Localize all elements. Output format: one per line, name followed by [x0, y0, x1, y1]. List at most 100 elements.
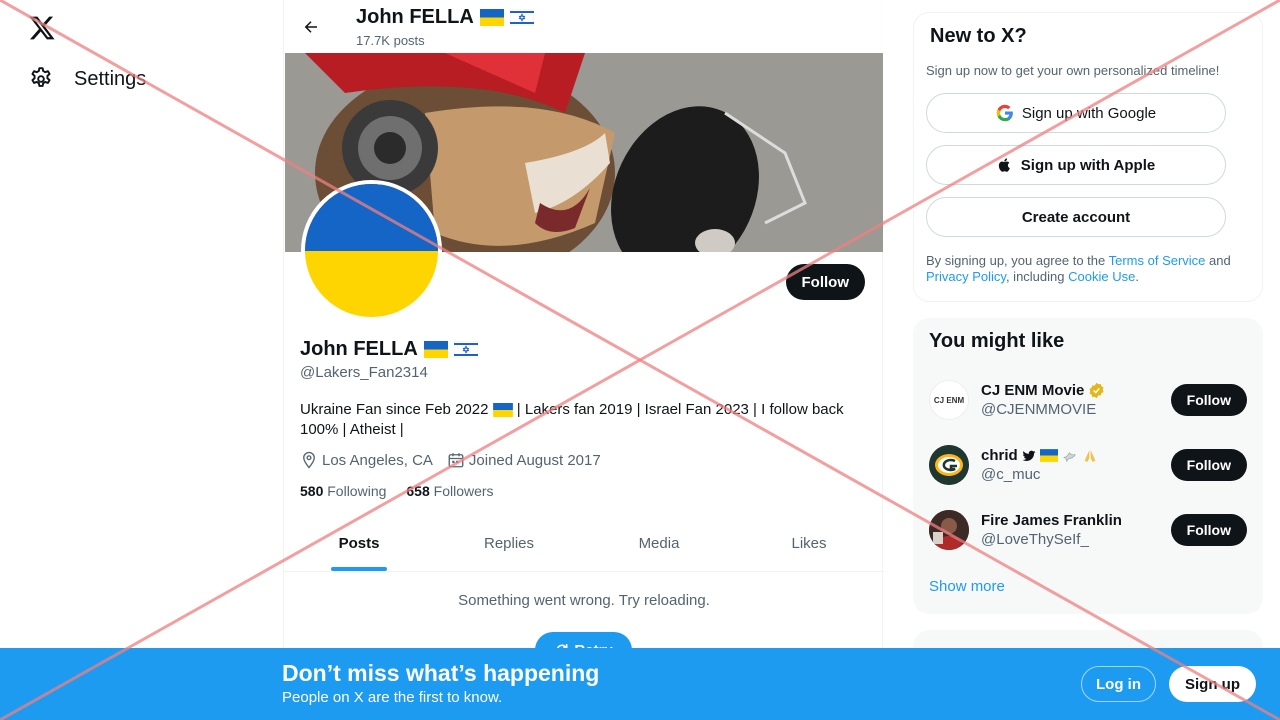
user-photo-icon: [929, 510, 969, 550]
profile-name-text: John FELLA: [300, 338, 418, 360]
suggestion-name-text: chrid: [981, 447, 1018, 464]
profile-meta: Los Angeles, CA Joined August 2017: [300, 451, 601, 469]
location-text: Los Angeles, CA: [322, 451, 433, 469]
login-button[interactable]: Log in: [1081, 666, 1156, 702]
header-name: John FELLA: [356, 6, 474, 28]
signup-apple-label: Sign up with Apple: [1020, 156, 1156, 174]
left-nav: Settings: [0, 0, 284, 720]
signup-apple-button[interactable]: Sign up with Apple: [926, 145, 1226, 185]
create-account-button[interactable]: Create account: [926, 197, 1226, 237]
suggestion-handle: @CJENMMOVIE: [981, 401, 1097, 418]
signup-banner-title: Don’t miss what’s happening: [282, 660, 600, 686]
suggestion-name-text: CJ ENM Movie: [981, 382, 1085, 399]
suggestion-name: chrid: [981, 447, 1171, 464]
header-post-count: 17.7K posts: [356, 33, 425, 48]
following-link[interactable]: 580 Following: [300, 483, 386, 499]
profile-tabs: Posts Replies Media Likes: [284, 516, 884, 572]
israel-flag-icon: [509, 9, 534, 26]
avatar: CJ ENM: [929, 380, 969, 420]
follow-stats: 580 Following 658 Followers: [300, 483, 494, 499]
suggestion-follow-button[interactable]: Follow: [1170, 384, 1247, 416]
following-count: 580: [300, 483, 324, 499]
ukraine-flag-icon: [479, 9, 504, 26]
tab-media[interactable]: Media: [584, 516, 734, 571]
suggestion-follow-button[interactable]: Follow: [1170, 449, 1247, 481]
ukraine-flag-icon: [492, 403, 513, 418]
apple-icon: [998, 158, 1010, 172]
suggestion-name: Fire James Franklin: [981, 512, 1171, 529]
twitter-bird-icon: [1022, 450, 1036, 461]
header-title: John FELLA: [356, 6, 534, 29]
back-button[interactable]: [298, 14, 324, 40]
cookie-link[interactable]: Cookie Use: [1068, 269, 1135, 284]
profile-location: Los Angeles, CA: [300, 451, 433, 469]
location-pin-icon: [303, 451, 315, 469]
profile-column: John FELLA 17.7K posts Follow John FELLA…: [283, 0, 884, 720]
legal-end: .: [1135, 269, 1139, 284]
signup-title: New to X?: [930, 25, 1027, 47]
signup-google-button[interactable]: Sign up with Google: [926, 93, 1226, 133]
avatar-label: CJ ENM: [933, 395, 965, 405]
follow-button[interactable]: Follow: [785, 264, 865, 300]
suggestion-handle: @c_muc: [981, 466, 1041, 483]
profile-joined: Joined August 2017: [447, 451, 601, 469]
verified-gold-icon: [1089, 382, 1104, 399]
signup-legal-text: By signing up, you agree to the Terms of…: [926, 253, 1246, 285]
google-icon: [996, 104, 1013, 122]
signup-banner-subtitle: People on X are the first to know.: [282, 689, 503, 706]
avatar: [929, 510, 969, 550]
profile-handle: @Lakers_Fan2314: [300, 364, 428, 381]
signup-button[interactable]: Sign up: [1169, 666, 1256, 702]
feed-error-message: Something went wrong. Try reloading.: [458, 592, 710, 609]
profile-avatar[interactable]: [301, 180, 442, 321]
calendar-icon: [448, 453, 464, 468]
tab-posts[interactable]: Posts: [284, 516, 434, 571]
nav-settings-label: Settings: [74, 67, 147, 90]
privacy-link[interactable]: Privacy Policy: [926, 269, 1006, 284]
ukraine-flag-icon: [1039, 449, 1058, 462]
legal-and: and: [1205, 253, 1231, 268]
show-more-link[interactable]: Show more: [929, 578, 1005, 595]
tab-replies[interactable]: Replies: [434, 516, 584, 571]
suggestion-item[interactable]: chrid @c_muc Follow: [929, 437, 1247, 493]
suggestion-info: chrid @c_muc: [981, 447, 1171, 483]
followers-link[interactable]: 658 Followers: [406, 483, 493, 499]
profile-name: John FELLA: [300, 338, 478, 361]
following-label: Following: [327, 483, 387, 499]
tab-likes[interactable]: Likes: [734, 516, 884, 571]
suggestion-handle: @LoveThySeIf_: [981, 531, 1089, 548]
arrow-left-icon: [304, 21, 317, 33]
suggestions-card: You might like CJ ENM CJ ENM Movie @CJEN…: [913, 318, 1263, 614]
nav-settings[interactable]: Settings: [28, 66, 146, 92]
followers-label: Followers: [433, 483, 494, 499]
suggestion-item[interactable]: CJ ENM CJ ENM Movie @CJENMMOVIE Follow: [929, 372, 1247, 428]
profile-bio: Ukraine Fan since Feb 2022 | Lakers fan …: [300, 400, 870, 440]
israel-flag-icon: [453, 341, 478, 358]
suggestion-name-text: Fire James Franklin: [981, 512, 1122, 529]
joined-text: Joined August 2017: [468, 451, 601, 469]
ukraine-flag-icon: [423, 341, 448, 358]
bio-text-1: Ukraine Fan since Feb 2022: [300, 401, 489, 418]
suggestion-info: CJ ENM Movie @CJENMMOVIE: [981, 382, 1171, 418]
signup-google-label: Sign up with Google: [1021, 104, 1157, 122]
suggestion-name: CJ ENM Movie: [981, 382, 1171, 399]
signup-subtitle: Sign up now to get your own personalized…: [926, 63, 1220, 78]
legal-including: , including: [1005, 269, 1069, 284]
gear-icon: [31, 67, 51, 87]
suggestions-title: You might like: [929, 330, 1065, 352]
dove-icon: [1062, 451, 1076, 462]
terms-link[interactable]: Terms of Service: [1109, 253, 1206, 268]
profile-header: John FELLA 17.7K posts: [284, 0, 884, 53]
praying-hands-icon: [1084, 449, 1096, 462]
signup-banner: Don’t miss what’s happening People on X …: [0, 648, 1280, 720]
suggestion-item[interactable]: Fire James Franklin @LoveThySeIf_ Follow: [929, 502, 1247, 558]
legal-prefix: By signing up, you agree to the: [926, 253, 1109, 268]
signup-card: New to X? Sign up now to get your own pe…: [913, 12, 1263, 302]
avatar: [929, 445, 969, 485]
suggestion-follow-button[interactable]: Follow: [1170, 514, 1247, 546]
avatar-yellow-half: [305, 250, 438, 317]
x-logo-icon[interactable]: [28, 14, 56, 42]
packers-logo-icon: [929, 445, 969, 485]
followers-count: 658: [406, 483, 430, 499]
suggestion-info: Fire James Franklin @LoveThySeIf_: [981, 512, 1171, 548]
